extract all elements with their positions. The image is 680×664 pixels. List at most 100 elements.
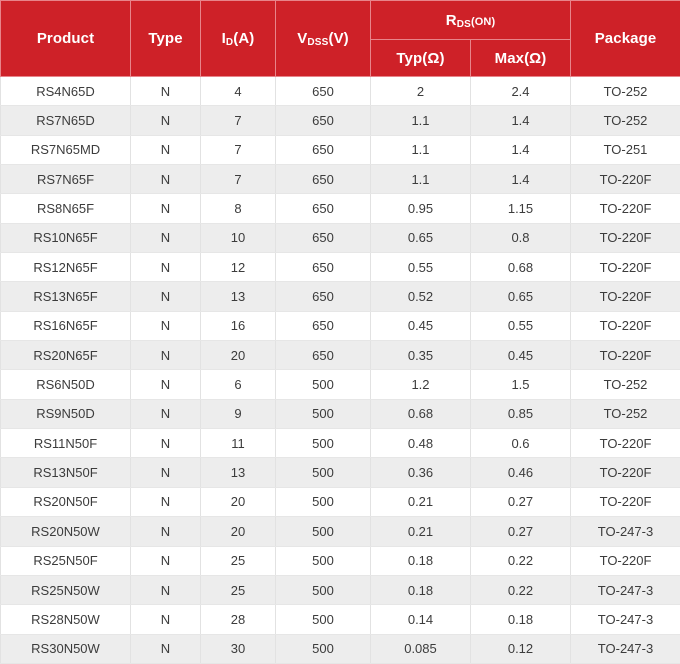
cell-product: RS20N50W <box>1 517 131 546</box>
cell-vdss: 650 <box>276 253 371 282</box>
rds-base: R <box>446 12 457 29</box>
cell-max: 1.4 <box>471 106 571 135</box>
cell-product: RS7N65F <box>1 165 131 194</box>
cell-package: TO-220F <box>571 223 680 252</box>
cell-max: 0.22 <box>471 546 571 575</box>
cell-max: 0.18 <box>471 605 571 634</box>
cell-product: RS6N50D <box>1 370 131 399</box>
cell-id: 20 <box>201 487 276 516</box>
cell-typ: 0.55 <box>371 253 471 282</box>
cell-max: 0.46 <box>471 458 571 487</box>
cell-type: N <box>131 458 201 487</box>
cell-id: 13 <box>201 282 276 311</box>
cell-max: 0.12 <box>471 634 571 663</box>
vdss-unit: (V) <box>328 30 348 47</box>
cell-vdss: 500 <box>276 370 371 399</box>
mosfet-specification-table: Product Type ID(A) VDSS(V) RDS(ON) Packa… <box>0 0 680 664</box>
cell-type: N <box>131 429 201 458</box>
cell-max: 0.68 <box>471 253 571 282</box>
cell-type: N <box>131 487 201 516</box>
column-header-product: Product <box>1 1 131 77</box>
cell-max: 2.4 <box>471 77 571 106</box>
table-row: RS13N65FN136500.520.65TO-220F <box>1 282 680 311</box>
cell-typ: 0.68 <box>371 399 471 428</box>
cell-package: TO-220F <box>571 311 680 340</box>
cell-vdss: 500 <box>276 458 371 487</box>
cell-product: RS7N65D <box>1 106 131 135</box>
cell-package: TO-220F <box>571 546 680 575</box>
cell-product: RS25N50F <box>1 546 131 575</box>
table-row: RS13N50FN135000.360.46TO-220F <box>1 458 680 487</box>
cell-product: RS20N50F <box>1 487 131 516</box>
cell-package: TO-220F <box>571 341 680 370</box>
column-header-vdss: VDSS(V) <box>276 1 371 77</box>
cell-type: N <box>131 223 201 252</box>
table-row: RS25N50FN255000.180.22TO-220F <box>1 546 680 575</box>
table-row: RS30N50WN305000.0850.12TO-247-3 <box>1 634 680 663</box>
cell-typ: 0.21 <box>371 487 471 516</box>
table-header: Product Type ID(A) VDSS(V) RDS(ON) Packa… <box>1 1 680 77</box>
cell-package: TO-220F <box>571 165 680 194</box>
cell-package: TO-220F <box>571 282 680 311</box>
table-row: RS11N50FN115000.480.6TO-220F <box>1 429 680 458</box>
cell-id: 7 <box>201 106 276 135</box>
cell-package: TO-252 <box>571 370 680 399</box>
cell-max: 0.27 <box>471 517 571 546</box>
cell-vdss: 500 <box>276 575 371 604</box>
cell-id: 10 <box>201 223 276 252</box>
cell-typ: 0.14 <box>371 605 471 634</box>
cell-package: TO-220F <box>571 194 680 223</box>
vdss-subscript: DSS <box>307 37 328 48</box>
cell-typ: 0.48 <box>371 429 471 458</box>
cell-max: 0.6 <box>471 429 571 458</box>
cell-package: TO-220F <box>571 487 680 516</box>
cell-id: 20 <box>201 517 276 546</box>
cell-product: RS13N50F <box>1 458 131 487</box>
cell-product: RS8N65F <box>1 194 131 223</box>
cell-max: 1.5 <box>471 370 571 399</box>
cell-vdss: 500 <box>276 605 371 634</box>
rds-suffix: (ON) <box>471 16 495 28</box>
cell-vdss: 650 <box>276 106 371 135</box>
cell-typ: 0.18 <box>371 575 471 604</box>
table-row: RS12N65FN126500.550.68TO-220F <box>1 253 680 282</box>
cell-product: RS25N50W <box>1 575 131 604</box>
cell-typ: 0.35 <box>371 341 471 370</box>
cell-id: 25 <box>201 546 276 575</box>
column-header-type: Type <box>131 1 201 77</box>
cell-product: RS11N50F <box>1 429 131 458</box>
cell-vdss: 650 <box>276 135 371 164</box>
cell-type: N <box>131 605 201 634</box>
cell-type: N <box>131 253 201 282</box>
column-header-package: Package <box>571 1 680 77</box>
table-row: RS10N65FN106500.650.8TO-220F <box>1 223 680 252</box>
column-header-max: Max(Ω) <box>471 40 571 77</box>
cell-type: N <box>131 106 201 135</box>
table-row: RS20N65FN206500.350.45TO-220F <box>1 341 680 370</box>
table-row: RS4N65DN465022.4TO-252 <box>1 77 680 106</box>
cell-typ: 0.085 <box>371 634 471 663</box>
cell-vdss: 650 <box>276 77 371 106</box>
cell-vdss: 650 <box>276 341 371 370</box>
cell-package: TO-251 <box>571 135 680 164</box>
cell-package: TO-247-3 <box>571 605 680 634</box>
cell-product: RS7N65MD <box>1 135 131 164</box>
cell-vdss: 500 <box>276 546 371 575</box>
cell-id: 7 <box>201 165 276 194</box>
cell-type: N <box>131 194 201 223</box>
cell-vdss: 500 <box>276 487 371 516</box>
rds-subscript: DS <box>457 19 471 30</box>
cell-package: TO-220F <box>571 458 680 487</box>
cell-type: N <box>131 311 201 340</box>
cell-typ: 0.18 <box>371 546 471 575</box>
cell-id: 4 <box>201 77 276 106</box>
column-header-typ: Typ(Ω) <box>371 40 471 77</box>
cell-product: RS28N50W <box>1 605 131 634</box>
cell-type: N <box>131 135 201 164</box>
cell-vdss: 500 <box>276 429 371 458</box>
cell-typ: 1.1 <box>371 165 471 194</box>
cell-type: N <box>131 399 201 428</box>
cell-typ: 1.1 <box>371 135 471 164</box>
cell-product: RS10N65F <box>1 223 131 252</box>
cell-id: 7 <box>201 135 276 164</box>
